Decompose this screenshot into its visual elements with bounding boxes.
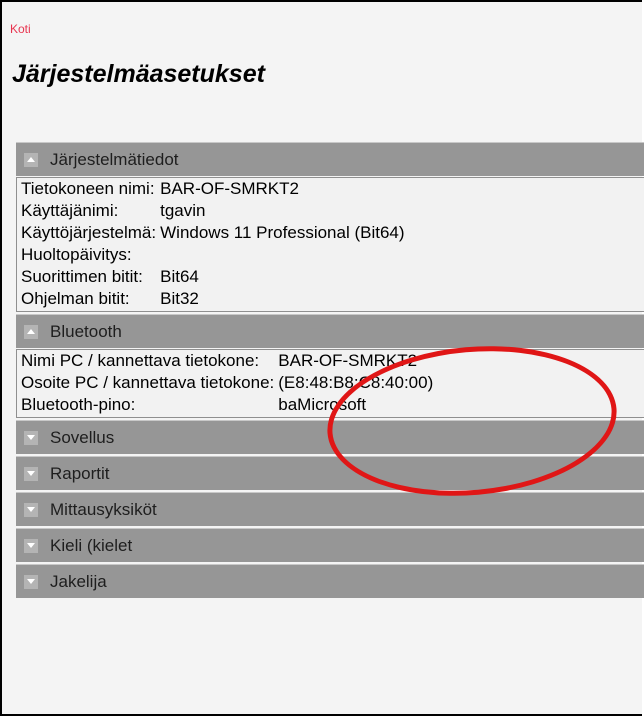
section-title: Kieli (kielet	[50, 535, 133, 555]
row-value: Bit32	[160, 289, 199, 308]
section-header-system-info[interactable]: Järjestelmätiedot	[16, 142, 644, 176]
section-header-mittausyksikot[interactable]: Mittausyksiköt	[16, 492, 644, 526]
row-label: Käyttöjärjestelmä:	[21, 223, 157, 242]
section-jakelija: Jakelija	[16, 564, 644, 598]
section-mittausyksikot: Mittausyksiköt	[16, 492, 644, 526]
section-body-system-info: Tietokoneen nimi: BAR-OF-SMRKT2 Käyttäjä…	[16, 177, 644, 312]
section-title: Jakelija	[50, 571, 107, 591]
row-label: Ohjelman bitit:	[21, 289, 130, 308]
section-title: Sovellus	[50, 427, 115, 447]
row-label: Nimi PC / kannettava tietokone:	[21, 351, 260, 370]
expand-down-icon	[24, 430, 38, 445]
page-title: Järjestelmäasetukset	[12, 60, 265, 88]
section-title: Raportit	[50, 463, 110, 483]
table-row: Käyttäjänimi: tgavin	[21, 200, 405, 222]
section-header-raportit[interactable]: Raportit	[16, 456, 644, 490]
row-value: Bit64	[160, 267, 199, 286]
table-row: Ohjelman bitit: Bit32	[21, 288, 405, 310]
collapse-up-icon	[24, 324, 38, 339]
row-value: BAR-OF-SMRKT2	[278, 351, 418, 370]
page-frame: Koti Järjestelmäasetukset Järjestelmätie…	[0, 0, 644, 716]
expand-down-icon	[24, 466, 38, 481]
row-value: Windows 11 Professional (Bit64)	[160, 223, 405, 242]
section-bluetooth: Bluetooth Nimi PC / kannettava tietokone…	[16, 314, 644, 418]
section-header-sovellus[interactable]: Sovellus	[16, 420, 644, 454]
table-row: Suorittimen bitit: Bit64	[21, 266, 405, 288]
table-row: Tietokoneen nimi: BAR-OF-SMRKT2	[21, 178, 405, 200]
table-row: Käyttöjärjestelmä: Windows 11 Profession…	[21, 222, 405, 244]
table-row: Nimi PC / kannettava tietokone: BAR-OF-S…	[21, 350, 433, 372]
row-value: (E8:48:B8:C8:40:00)	[278, 373, 434, 392]
row-value: BAR-OF-SMRKT2	[160, 179, 299, 198]
section-raportit: Raportit	[16, 456, 644, 490]
settings-sections: Järjestelmätiedot Tietokoneen nimi: BAR-…	[16, 142, 644, 598]
section-header-bluetooth[interactable]: Bluetooth	[16, 314, 644, 348]
expand-down-icon	[24, 538, 38, 553]
row-value: baMicrosoft	[278, 395, 367, 414]
section-title: Mittausyksiköt	[50, 499, 157, 519]
section-sovellus: Sovellus	[16, 420, 644, 454]
section-header-kieli[interactable]: Kieli (kielet	[16, 528, 644, 562]
row-label: Tietokoneen nimi:	[21, 179, 155, 198]
section-system-info: Järjestelmätiedot Tietokoneen nimi: BAR-…	[16, 142, 644, 312]
table-row: Osoite PC / kannettava tietokone: (E8:48…	[21, 372, 433, 394]
table-row: Huoltopäivitys:	[21, 244, 405, 266]
row-label: Osoite PC / kannettava tietokone:	[21, 373, 275, 392]
row-label: Käyttäjänimi:	[21, 201, 119, 220]
row-label: Suorittimen bitit:	[21, 267, 143, 286]
collapse-up-icon	[24, 152, 38, 167]
section-title: Bluetooth	[50, 321, 122, 341]
section-title: Järjestelmätiedot	[50, 149, 179, 169]
row-label: Huoltopäivitys:	[21, 245, 132, 264]
bluetooth-table: Nimi PC / kannettava tietokone: BAR-OF-S…	[21, 350, 433, 416]
section-body-bluetooth: Nimi PC / kannettava tietokone: BAR-OF-S…	[16, 349, 644, 418]
section-kieli: Kieli (kielet	[16, 528, 644, 562]
expand-down-icon	[24, 574, 38, 589]
row-value	[160, 244, 404, 266]
system-info-table: Tietokoneen nimi: BAR-OF-SMRKT2 Käyttäjä…	[21, 178, 405, 310]
section-header-jakelija[interactable]: Jakelija	[16, 564, 644, 598]
row-label: Bluetooth-pino:	[21, 395, 136, 414]
row-value: tgavin	[160, 201, 206, 220]
expand-down-icon	[24, 502, 38, 517]
table-row: Bluetooth-pino: baMicrosoft	[21, 394, 433, 416]
home-link[interactable]: Koti	[10, 22, 31, 36]
